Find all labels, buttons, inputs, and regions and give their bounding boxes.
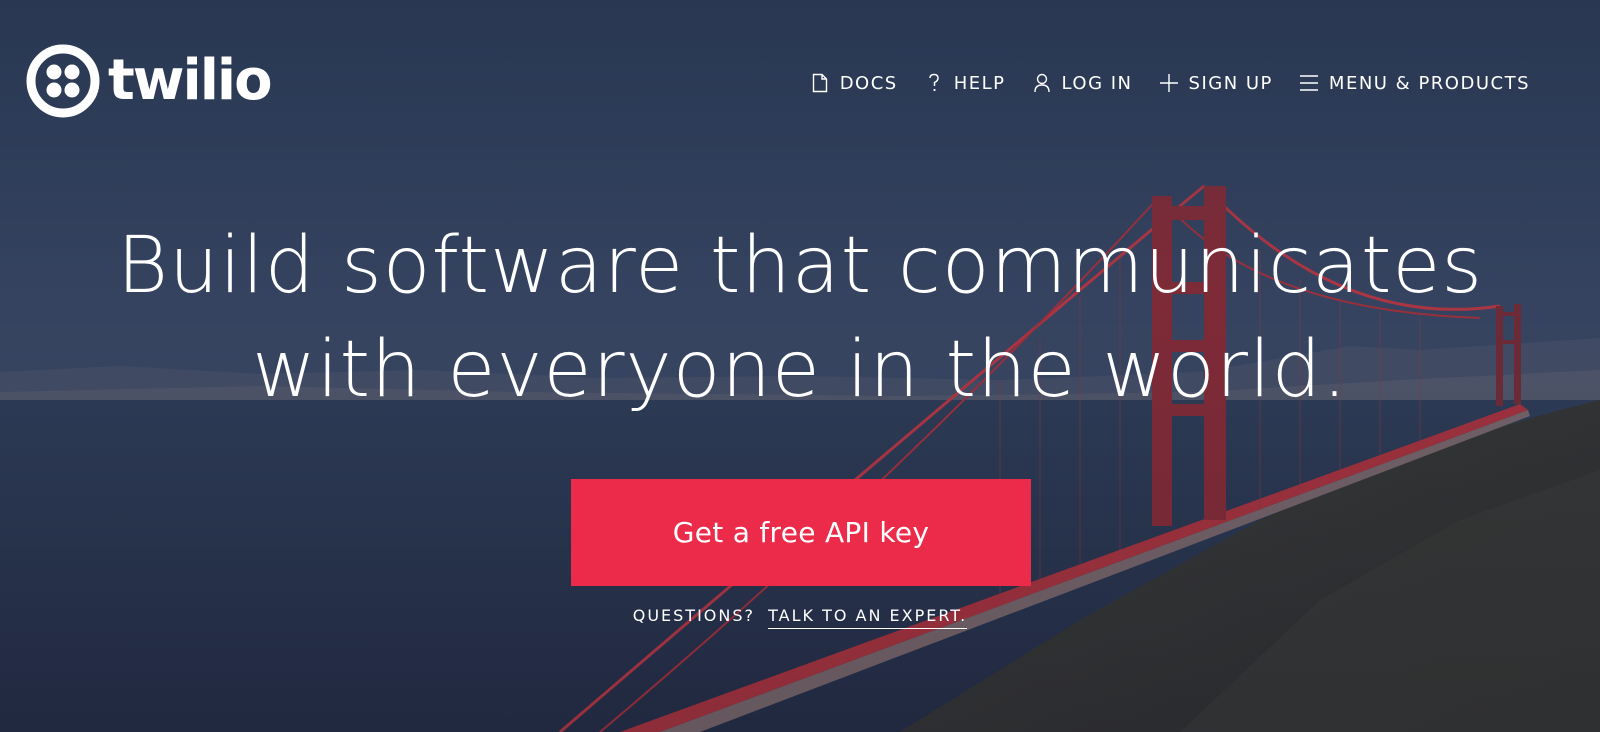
brand-name: twilio xyxy=(108,48,273,113)
document-icon xyxy=(810,72,830,94)
hamburger-icon xyxy=(1299,72,1319,94)
questions-prefix: QUESTIONS? xyxy=(632,606,755,625)
nav-menu-products-label: MENU & PRODUCTS xyxy=(1328,72,1530,94)
nav-docs[interactable]: DOCS xyxy=(810,72,898,94)
user-icon xyxy=(1032,72,1052,94)
nav-menu-products[interactable]: MENU & PRODUCTS xyxy=(1299,72,1530,94)
nav-help-label: HELP xyxy=(953,72,1006,94)
talk-to-expert-link[interactable]: TALK TO AN EXPERT. xyxy=(768,606,968,629)
question-icon xyxy=(924,72,944,94)
hero-headline: Build software that communicates with ev… xyxy=(0,214,1600,422)
nav-log-in[interactable]: LOG IN xyxy=(1032,72,1133,94)
top-nav: DOCS HELP LOG IN SIGN UP MENU & PRODUCTS xyxy=(810,68,1530,98)
nav-docs-label: DOCS xyxy=(839,72,898,94)
get-api-key-button[interactable]: Get a free API key xyxy=(571,479,1031,586)
twilio-logo-icon xyxy=(26,44,100,118)
plus-icon xyxy=(1159,72,1179,94)
nav-sign-up[interactable]: SIGN UP xyxy=(1159,72,1273,94)
twilio-logo[interactable]: twilio xyxy=(26,44,273,118)
nav-sign-up-label: SIGN UP xyxy=(1188,72,1273,94)
nav-help[interactable]: HELP xyxy=(924,72,1006,94)
hero-headline-line-1: Build software that communicates xyxy=(116,221,1484,311)
hero-section: twilio DOCS HELP LOG IN SIGN UP MENU & P… xyxy=(0,0,1600,732)
hero-headline-line-2: with everyone in the world. xyxy=(252,325,1348,415)
questions-line: QUESTIONS? TALK TO AN EXPERT. xyxy=(0,606,1600,629)
nav-log-in-label: LOG IN xyxy=(1061,72,1133,94)
